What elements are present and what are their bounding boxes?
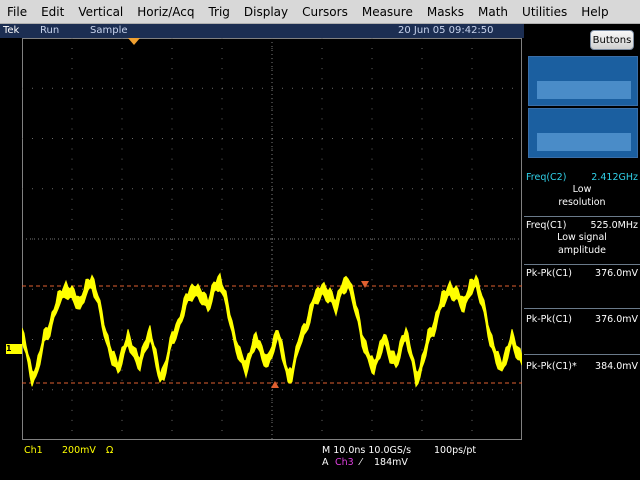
separator [524,354,640,355]
status-bar: Tek Run Sample 20 Jun 05 09:42:50 [0,24,524,38]
meas-value: 384.0mV [595,361,638,372]
graticule-svg [22,38,522,440]
meas-note: resolution [558,197,606,208]
run-state: Run [40,25,60,36]
meas-note: Low signal [557,232,607,243]
measurement-4[interactable]: Pk-Pk(C1) 376.0mV [524,314,640,325]
waveform-display[interactable] [22,38,522,440]
trigger-position-marker[interactable] [128,38,140,45]
measurement-2[interactable]: Freq(C1) 525.0MHz Low signal amplitude [524,220,640,257]
separator [524,264,640,265]
meas-note: Low [572,184,592,195]
ch1-marker-label: 1 [6,344,12,353]
meas-note: amplitude [557,245,606,256]
trigger-source[interactable]: Ch3 [335,457,354,468]
volts-div-readout[interactable]: 200mV [62,445,96,456]
meas-value: 376.0mV [595,314,638,325]
meas-value: 376.0mV [595,268,638,279]
meas-value: 2.412GHz [591,172,638,183]
meas-label: Freq(C1) [526,220,567,231]
separator [524,308,640,309]
trigger-slope-icon: ⁄ [360,457,362,468]
meas-label: Pk-Pk(C1) [526,314,572,325]
separator [524,216,640,217]
menu-item-masks[interactable]: Masks [420,5,471,19]
menu-item-cursors[interactable]: Cursors [295,5,355,19]
measurement-3[interactable]: Pk-Pk(C1) 376.0mV [524,268,640,279]
buttons-button[interactable]: Buttons [590,30,634,50]
meas-label: Pk-Pk(C1)* [526,361,577,372]
menu-bar: File Edit Vertical Horiz/Acq Trig Display Curs… [0,0,640,24]
menu-item-vertical[interactable]: Vertical [71,5,130,19]
menu-item-utilities[interactable]: Utilities [515,5,574,19]
control-window-2[interactable] [528,108,638,158]
menu-item-horiz-acq[interactable]: Horiz/Acq [130,5,201,19]
datetime: 20 Jun 05 09:42:50 [398,25,494,36]
menu-item-trig[interactable]: Trig [201,5,236,19]
acq-mode: Sample [90,25,128,36]
menu-item-display[interactable]: Display [237,5,295,19]
trigger-level-readout[interactable]: 184mV [374,457,408,468]
control-window-1[interactable] [528,56,638,106]
trigger-prefix: A [322,457,329,468]
points-readout: 100ps/pt [434,445,477,456]
cursor-marker-upper [361,281,369,288]
meas-label: Pk-Pk(C1) [526,268,572,279]
meas-value: 525.0MHz [590,220,638,231]
menu-item-help[interactable]: Help [574,5,615,19]
timebase-readout[interactable]: M 10.0ns 10.0GS/s [322,445,411,456]
control-window-1-bar [537,81,631,99]
ch1-ground-marker[interactable]: 1 [6,344,22,354]
impedance-symbol: Ω [106,445,114,456]
right-panel: Buttons Freq(C2) 2.412GHz Low resolution … [524,24,640,480]
menu-item-edit[interactable]: Edit [34,5,71,19]
brand-label: Tek [3,25,20,36]
meas-label: Freq(C2) [526,172,567,183]
bottom-readout-bar: Ch1 200mV Ω M 10.0ns 10.0GS/s 100ps/pt A… [22,442,522,480]
measurement-1[interactable]: Freq(C2) 2.412GHz Low resolution [524,172,640,209]
menu-item-file[interactable]: File [0,5,34,19]
menu-item-measure[interactable]: Measure [355,5,420,19]
channel-label[interactable]: Ch1 [24,445,43,456]
control-window-2-bar [537,133,631,151]
measurement-5[interactable]: Pk-Pk(C1)* 384.0mV [524,361,640,372]
menu-item-math[interactable]: Math [471,5,515,19]
